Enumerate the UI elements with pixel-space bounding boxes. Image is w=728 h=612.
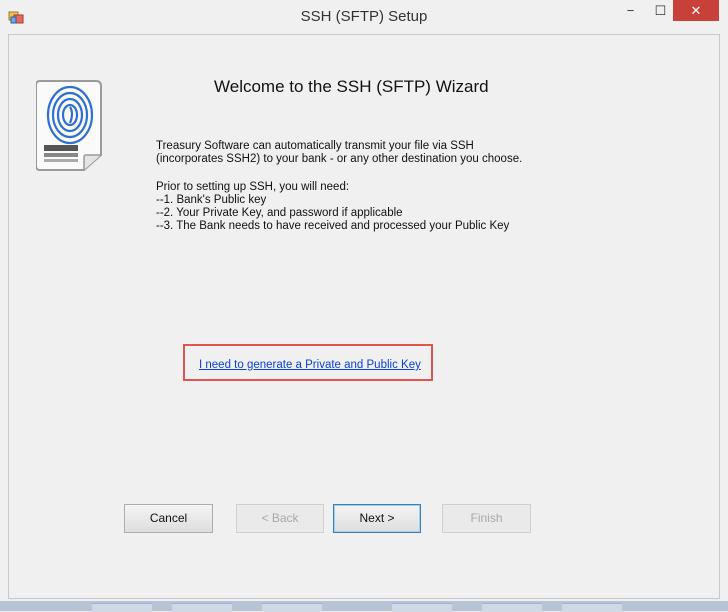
next-button[interactable]: Next > <box>333 504 421 533</box>
wizard-heading: Welcome to the SSH (SFTP) Wizard <box>214 77 489 96</box>
prereq-line: --3. The Bank needs to have received and… <box>156 220 510 232</box>
title-bar[interactable]: SSH (SFTP) Setup − ☐ ✕ <box>0 0 728 34</box>
close-button[interactable]: ✕ <box>673 0 719 21</box>
fingerprint-document-icon <box>36 80 102 171</box>
intro-text: Treasury Software can automatically tran… <box>156 140 522 166</box>
prereq-line: --1. Bank's Public key <box>156 194 267 206</box>
back-button[interactable]: < Back <box>236 504 324 533</box>
generate-key-link[interactable]: I need to generate a Private and Public … <box>199 359 421 371</box>
cancel-button[interactable]: Cancel <box>124 504 213 533</box>
prereq-line: --2. Your Private Key, and password if a… <box>156 207 403 219</box>
intro-line: Treasury Software can automatically tran… <box>156 140 474 152</box>
finish-button[interactable]: Finish <box>442 504 531 533</box>
intro-line: (incorporates SSH2) to your bank - or an… <box>156 153 523 165</box>
prereq-line: Prior to setting up SSH, you will need: <box>156 181 350 193</box>
maximize-button[interactable]: ☐ <box>647 0 674 21</box>
setup-window: SSH (SFTP) Setup − ☐ ✕ Welcome to the SS… <box>0 0 728 601</box>
minimize-button[interactable]: − <box>614 0 647 21</box>
prerequisites-list: Prior to setting up SSH, you will need: … <box>156 181 509 233</box>
